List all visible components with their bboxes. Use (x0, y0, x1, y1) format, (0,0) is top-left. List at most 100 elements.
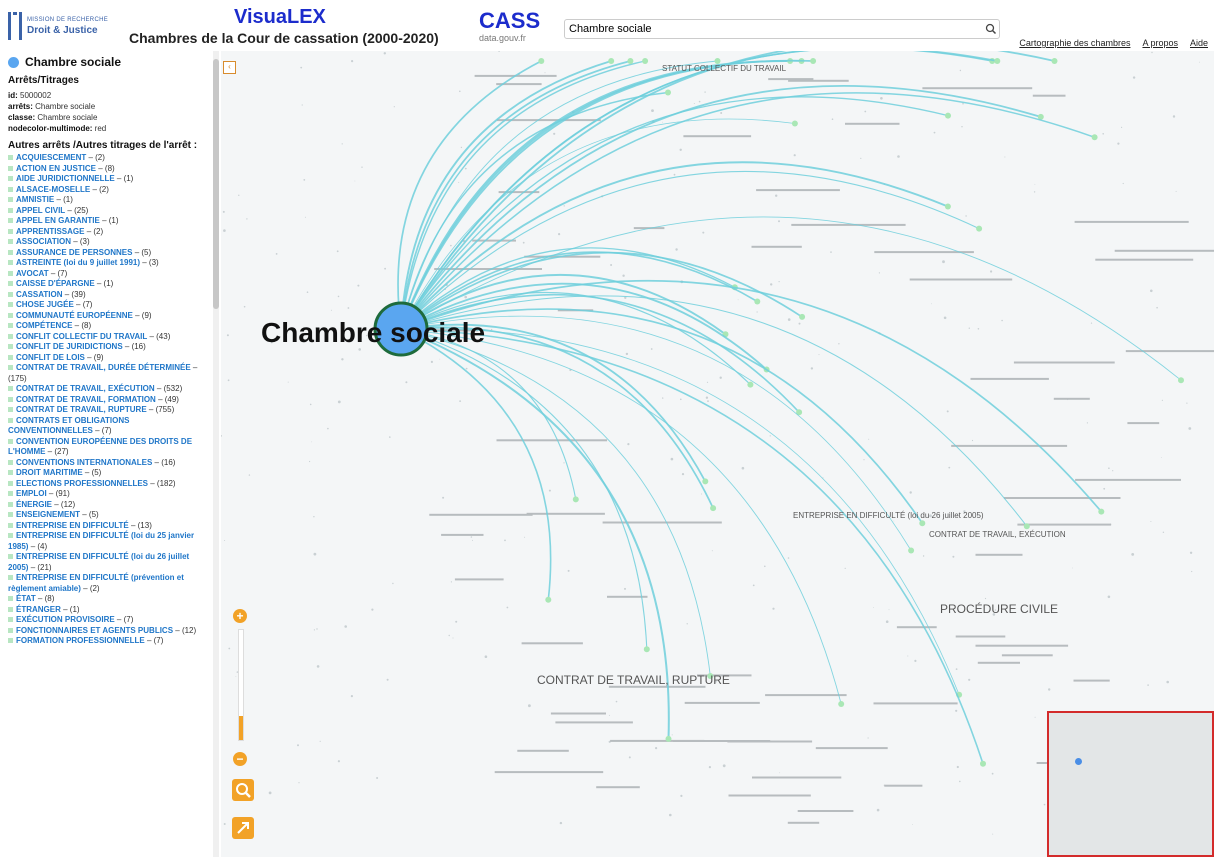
related-item-label[interactable]: COMMUNAUTÉ EUROPÉENNE (16, 311, 133, 320)
search-input[interactable] (564, 19, 1000, 39)
related-item-label[interactable]: CASSATION (16, 290, 63, 299)
related-item[interactable]: AMNISTIE – (1) (8, 195, 211, 206)
related-item-label[interactable]: APPRENTISSAGE (16, 227, 84, 236)
related-item-label[interactable]: ENTREPRISE EN DIFFICULTÉ (16, 521, 129, 530)
related-item[interactable]: ENTREPRISE EN DIFFICULTÉ (prévention et … (8, 573, 211, 594)
graph-node[interactable] (976, 225, 983, 232)
graph-major-label[interactable]: CONTRAT DE TRAVAIL, EXÉCUTION (929, 530, 1066, 539)
related-item[interactable]: CONVENTIONS INTERNATIONALES – (16) (8, 458, 211, 469)
related-item[interactable]: ELECTIONS PROFESSIONNELLES – (182) (8, 479, 211, 490)
graph-node[interactable] (572, 496, 579, 503)
related-item[interactable]: ENTREPRISE EN DIFFICULTÉ – (13) (8, 521, 211, 532)
graph-node[interactable] (1098, 508, 1105, 515)
related-item-label[interactable]: CONVENTION EUROPÉENNE DES DROITS DE L'HO… (8, 437, 192, 457)
related-item[interactable]: ACQUIESCEMENT – (2) (8, 153, 211, 164)
related-item[interactable]: CASSATION – (39) (8, 290, 211, 301)
graph-canvas[interactable]: STATUT COLLECTIF DU TRAVAIL ENTREPRISE EN… (221, 51, 1214, 857)
related-item[interactable]: CONFLIT COLLECTIF DU TRAVAIL – (43) (8, 332, 211, 343)
related-item-label[interactable]: ELECTIONS PROFESSIONNELLES (16, 479, 148, 488)
graph-node[interactable] (945, 112, 951, 119)
graph-node[interactable] (799, 313, 806, 320)
cass-title[interactable]: CASS (479, 8, 540, 34)
related-item[interactable]: AVOCAT – (7) (8, 269, 211, 280)
related-item[interactable]: ASSOCIATION – (3) (8, 237, 211, 248)
app-title[interactable]: VisuaLEX (234, 6, 326, 29)
scroll-thumb[interactable] (213, 59, 219, 309)
related-item[interactable]: ENTREPRISE EN DIFFICULTÉ (loi du 25 janv… (8, 531, 211, 552)
graph-node[interactable] (665, 735, 672, 742)
related-item[interactable]: CONTRAT DE TRAVAIL, DURÉE DÉTERMINÉE – (… (8, 363, 211, 384)
collapse-sidebar-button[interactable]: ‹ (223, 61, 236, 74)
related-item-label[interactable]: ACTION EN JUSTICE (16, 164, 96, 173)
related-item[interactable]: CONTRAT DE TRAVAIL, FORMATION – (49) (8, 395, 211, 406)
graph-node[interactable] (627, 58, 634, 64)
related-item-label[interactable]: ASSURANCE DE PERSONNES (16, 248, 132, 257)
graph-node[interactable] (1091, 134, 1098, 141)
graph-node[interactable] (1051, 58, 1058, 64)
graph-node[interactable] (1023, 523, 1030, 530)
related-item[interactable]: CONFLIT DE JURIDICTIONS – (16) (8, 342, 211, 353)
graph-node[interactable] (810, 58, 817, 64)
related-item[interactable]: ENTREPRISE EN DIFFICULTÉ (loi du 26 juil… (8, 552, 211, 573)
related-item-label[interactable]: DROIT MARITIME (16, 468, 83, 477)
related-item-label[interactable]: EMPLOI (16, 489, 47, 498)
graph-node[interactable] (702, 478, 709, 485)
graph-node[interactable] (908, 547, 915, 554)
related-item-label[interactable]: AVOCAT (16, 269, 49, 278)
related-item[interactable]: EMPLOI – (91) (8, 489, 211, 500)
related-item[interactable]: AIDE JURIDICTIONNELLE – (1) (8, 174, 211, 185)
related-item-label[interactable]: AMNISTIE (16, 195, 54, 204)
related-item-label[interactable]: ENSEIGNEMENT (16, 510, 80, 519)
related-item-label[interactable]: CONVENTIONS INTERNATIONALES (16, 458, 152, 467)
related-item[interactable]: CONTRAT DE TRAVAIL, EXÉCUTION – (532) (8, 384, 211, 395)
search-icon[interactable] (984, 22, 998, 36)
related-item-label[interactable]: CONTRAT DE TRAVAIL, RUPTURE (16, 405, 147, 414)
zoom-slider[interactable] (238, 629, 244, 741)
related-item[interactable]: ÉTRANGER – (1) (8, 605, 211, 616)
minimap[interactable] (1047, 711, 1214, 857)
search-tool-button[interactable] (232, 779, 254, 801)
related-item[interactable]: APPEL EN GARANTIE – (1) (8, 216, 211, 227)
graph-node[interactable] (1178, 377, 1184, 384)
related-item[interactable]: ÉNERGIE – (12) (8, 500, 211, 511)
related-item[interactable]: FONCTIONNAIRES ET AGENTS PUBLICS – (12) (8, 626, 211, 637)
sidebar-scrollbar[interactable] (213, 51, 219, 857)
expand-tool-button[interactable] (232, 817, 254, 839)
graph-node[interactable] (747, 381, 754, 388)
center-node-label[interactable]: Chambre sociale (261, 317, 485, 348)
related-item-label[interactable]: AIDE JURIDICTIONNELLE (16, 174, 115, 183)
related-item-label[interactable]: COMPÉTENCE (16, 321, 72, 330)
related-item[interactable]: CHOSE JUGÉE – (7) (8, 300, 211, 311)
related-item[interactable]: ACTION EN JUSTICE – (8) (8, 164, 211, 175)
related-item-label[interactable]: ASTREINTE (loi du 9 juillet 1991) (16, 258, 140, 267)
related-item-label[interactable]: ÉTAT (16, 594, 36, 603)
related-item[interactable]: ASSURANCE DE PERSONNES – (5) (8, 248, 211, 259)
graph-node[interactable] (643, 646, 650, 653)
related-item[interactable]: ÉTAT – (8) (8, 594, 211, 605)
graph-node[interactable] (608, 58, 615, 64)
related-item-label[interactable]: ALSACE-MOSELLE (16, 185, 90, 194)
graph-node[interactable] (545, 596, 552, 603)
related-item[interactable]: FORMATION PROFESSIONNELLE – (7) (8, 636, 211, 647)
related-item[interactable]: COMMUNAUTÉ EUROPÉENNE – (9) (8, 311, 211, 322)
related-item[interactable]: APPEL CIVIL – (25) (8, 206, 211, 217)
related-item[interactable]: ALSACE-MOSELLE – (2) (8, 185, 211, 196)
related-item[interactable]: CAISSE D'ÉPARGNE – (1) (8, 279, 211, 290)
mission-logo[interactable]: MISSION DE RECHERCHE Droit & Justice (8, 10, 128, 42)
related-item-label[interactable]: CONTRAT DE TRAVAIL, DURÉE DÉTERMINÉE (16, 363, 191, 372)
related-item-label[interactable]: EXÉCUTION PROVISOIRE (16, 615, 115, 624)
graph-node[interactable] (791, 120, 798, 127)
related-item-label[interactable]: CONFLIT COLLECTIF DU TRAVAIL (16, 332, 147, 341)
related-item[interactable]: ASTREINTE (loi du 9 juillet 1991) – (3) (8, 258, 211, 269)
link-aide[interactable]: Aide (1190, 38, 1208, 48)
link-apropos[interactable]: A propos (1142, 38, 1178, 48)
related-item-label[interactable]: CONFLIT DE LOIS (16, 353, 85, 362)
graph-node[interactable] (710, 505, 717, 512)
graph-node[interactable] (994, 58, 1001, 64)
graph-major-label[interactable]: PROCÉDURE CIVILE (940, 601, 1058, 616)
graph-major-label[interactable]: CONTRAT DE TRAVAIL, RUPTURE (537, 673, 730, 687)
graph-major-label[interactable]: STATUT COLLECTIF DU TRAVAIL (662, 64, 787, 73)
graph-major-label[interactable]: ENTREPRISE EN DIFFICULTÉ (loi du 26 juil… (793, 511, 984, 520)
zoom-in-button[interactable]: + (233, 609, 247, 623)
related-item-label[interactable]: ÉNERGIE (16, 500, 52, 509)
